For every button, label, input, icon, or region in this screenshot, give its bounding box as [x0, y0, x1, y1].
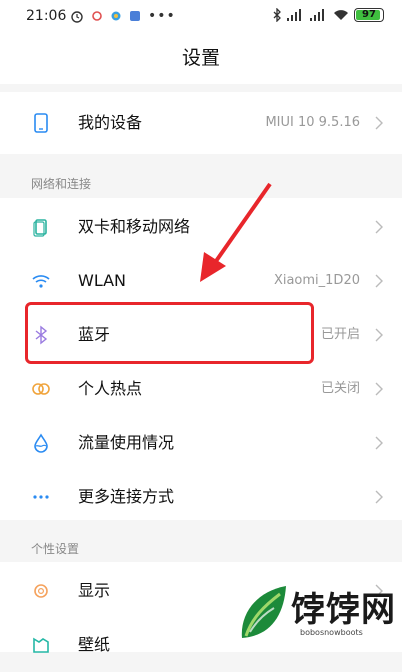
wallpaper-label: 壁纸 [78, 635, 111, 654]
wifi-icon [334, 10, 348, 20]
bluetooth-icon [273, 8, 281, 22]
more-icon: ••• [148, 8, 176, 24]
device-group: 我的设备 MIUI 10 9.5.16 [0, 92, 402, 154]
leaf-logo-icon [241, 586, 286, 638]
wlan-value: Xiaomi_1D20 [273, 273, 360, 288]
display-label: 显示 [78, 581, 111, 600]
watermark-text: 饽饽网 [291, 590, 396, 630]
my-device-label: 我的设备 [78, 113, 143, 132]
data-usage-row[interactable]: 流量使用情况 [0, 416, 402, 470]
status-time: 21:06 [26, 8, 67, 24]
watermark-logo: 饽饽网 bobosnowboots [236, 580, 396, 652]
battery-icon: 97 [354, 8, 384, 22]
phone-icon [34, 113, 48, 133]
page-title: 设置 [0, 32, 402, 84]
dual-sim-label: 双卡和移动网络 [78, 217, 191, 236]
dual-sim-row[interactable]: 双卡和移动网络 [0, 200, 402, 254]
hotspot-row[interactable]: 个人热点 已关闭 [0, 362, 402, 416]
more-connections-row[interactable]: 更多连接方式 [0, 470, 402, 524]
alarm-icon [71, 11, 83, 23]
section-label-personal: 个性设置 [31, 542, 80, 556]
wlan-label: WLAN [78, 271, 127, 290]
data-usage-label: 流量使用情况 [78, 433, 175, 452]
signal-icon [287, 9, 301, 21]
wallpaper-icon [33, 637, 49, 653]
status-bar: 21:06 ••• 97 [0, 0, 402, 32]
more-dots-icon [33, 495, 49, 499]
hotspot-icon [32, 383, 50, 395]
wifi-icon [32, 275, 50, 288]
annotation-highlight-box [25, 302, 314, 364]
chevron-right-icon [375, 116, 383, 130]
water-drop-icon [34, 433, 48, 453]
bluetooth-value: 已开启 [320, 327, 360, 342]
app-icon [111, 11, 121, 21]
signal-icon [310, 9, 324, 21]
chevron-right-icon [375, 328, 383, 342]
app-icon [130, 11, 140, 21]
my-device-row[interactable]: 我的设备 MIUI 10 9.5.16 [0, 96, 402, 150]
chevron-right-icon [375, 382, 383, 396]
watermark-subtext: bobosnowboots [300, 628, 363, 637]
more-connections-label: 更多连接方式 [78, 487, 175, 506]
battery-level: 97 [362, 9, 376, 20]
hotspot-value: 已关闭 [320, 381, 360, 396]
my-device-value: MIUI 10 9.5.16 [265, 115, 360, 130]
chevron-right-icon [375, 490, 383, 504]
sim-card-icon [33, 219, 47, 237]
hotspot-label: 个人热点 [78, 379, 143, 398]
sun-icon [34, 584, 48, 598]
wlan-row[interactable]: WLAN Xiaomi_1D20 [0, 254, 402, 308]
chevron-right-icon [375, 220, 383, 234]
section-label-network: 网络和连接 [31, 177, 92, 191]
app-icon [92, 11, 102, 21]
chevron-right-icon [375, 436, 383, 450]
chevron-right-icon [375, 274, 383, 288]
